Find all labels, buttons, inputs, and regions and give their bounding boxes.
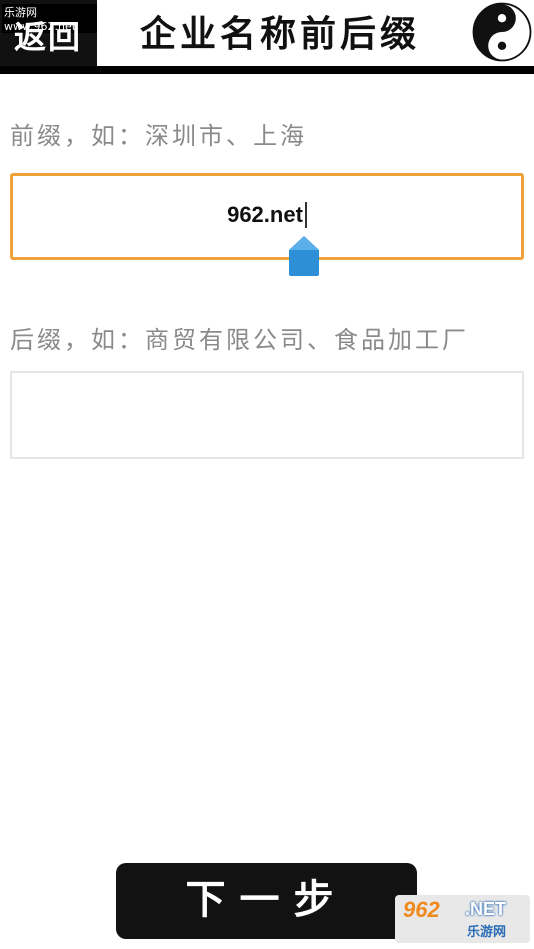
- logo-domain: .NET: [465, 899, 507, 919]
- suffix-label: 后缀，如：商贸有限公司、食品加工厂: [10, 326, 469, 354]
- back-button[interactable]: 乐游网 www.962.net 返回: [0, 0, 97, 66]
- yin-yang-icon: [472, 2, 532, 62]
- logo-number: 962: [403, 897, 440, 922]
- prefix-input[interactable]: 962.net: [10, 173, 524, 260]
- app-screen: 乐游网 www.962.net 返回 企业名称前后缀 前缀，如：深圳市、上海 9…: [0, 0, 534, 949]
- site-watermark-logo: 962 .NET 乐游网: [395, 895, 530, 943]
- header-bar: 乐游网 www.962.net 返回 企业名称前后缀: [0, 0, 534, 74]
- suffix-input[interactable]: [10, 371, 524, 459]
- prefix-label: 前缀，如：深圳市、上海: [10, 122, 307, 150]
- next-step-label: 下一步: [185, 876, 348, 923]
- page-title: 企业名称前后缀: [140, 13, 421, 55]
- text-selection-handle[interactable]: [289, 236, 319, 276]
- next-step-button[interactable]: 下一步: [116, 863, 417, 939]
- logo-site-name: 乐游网: [467, 925, 507, 940]
- prefix-input-value: 962.net: [13, 202, 521, 228]
- text-caret: [304, 202, 307, 228]
- back-button-label: 返回: [14, 18, 83, 56]
